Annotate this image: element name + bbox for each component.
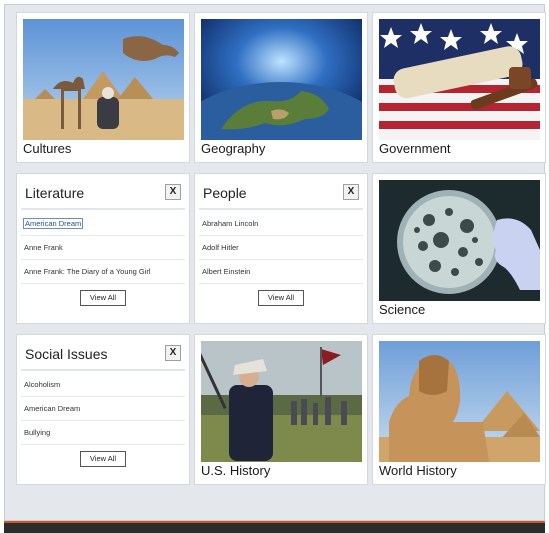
- topic-list: Alcoholism American Dream Bullying: [21, 373, 185, 445]
- list-item[interactable]: American Dream: [21, 397, 185, 421]
- us-history-photo: [201, 341, 362, 462]
- government-photo: [379, 19, 540, 140]
- view-all-button[interactable]: View All: [80, 451, 126, 467]
- divider: [21, 208, 185, 210]
- close-icon[interactable]: X: [165, 184, 181, 200]
- list-item[interactable]: Anne Frank: The Diary of a Young Girl: [21, 260, 185, 284]
- topics-grid: Cultures Geography Government Literature…: [4, 4, 546, 521]
- list-item-label: Anne Frank: The Diary of a Young Girl: [24, 267, 151, 276]
- panel-social-issues: Social Issues X Alcoholism American Drea…: [16, 334, 190, 485]
- tile-label: Science: [379, 302, 426, 317]
- list-item-label: Anne Frank: [24, 243, 63, 252]
- list-item[interactable]: Bullying: [21, 421, 185, 445]
- panel-title: Literature: [25, 185, 85, 201]
- list-item[interactable]: Albert Einstein: [199, 260, 363, 284]
- list-item-label: Alcoholism: [24, 380, 61, 389]
- footer-bar: [4, 521, 545, 533]
- tile-label: U.S. History: [201, 463, 271, 478]
- divider: [21, 369, 185, 371]
- tile-cultures[interactable]: Cultures: [16, 12, 190, 163]
- list-item-label: Bullying: [24, 428, 51, 437]
- list-item-label: American Dream: [22, 218, 84, 229]
- panel-people: People X Abraham Lincoln Adolf Hitler Al…: [194, 173, 368, 324]
- list-item[interactable]: Abraham Lincoln: [199, 212, 363, 236]
- tile-us-history[interactable]: U.S. History: [194, 334, 368, 485]
- geography-photo: [201, 19, 362, 140]
- list-item[interactable]: Anne Frank: [21, 236, 185, 260]
- footer-accent: [4, 521, 545, 523]
- list-item-label: Albert Einstein: [202, 267, 251, 276]
- tile-label: Geography: [201, 141, 266, 156]
- list-item-label: Adolf Hitler: [202, 243, 239, 252]
- list-item-label: Abraham Lincoln: [202, 219, 259, 228]
- close-icon[interactable]: X: [343, 184, 359, 200]
- list-item[interactable]: Alcoholism: [21, 373, 185, 397]
- panel-literature: Literature X American Dream Anne Frank A…: [16, 173, 190, 324]
- list-item[interactable]: American Dream: [21, 212, 185, 236]
- view-all-button[interactable]: View All: [80, 290, 126, 306]
- tile-government[interactable]: Government: [372, 12, 546, 163]
- list-item-label: American Dream: [24, 404, 81, 413]
- tile-label: Cultures: [23, 141, 72, 156]
- view-all-button[interactable]: View All: [258, 290, 304, 306]
- panel-title: Social Issues: [25, 346, 108, 362]
- tile-science[interactable]: Science: [372, 173, 546, 324]
- cultures-photo: [23, 19, 184, 140]
- tile-world-history[interactable]: World History: [372, 334, 546, 485]
- tile-label: World History: [379, 463, 457, 478]
- topic-list: Abraham Lincoln Adolf Hitler Albert Eins…: [199, 212, 363, 284]
- panel-title: People: [203, 185, 247, 201]
- divider: [199, 208, 363, 210]
- tile-label: Government: [379, 141, 451, 156]
- close-icon[interactable]: X: [165, 345, 181, 361]
- world-history-photo: [379, 341, 540, 462]
- list-item[interactable]: Adolf Hitler: [199, 236, 363, 260]
- topic-list: American Dream Anne Frank Anne Frank: Th…: [21, 212, 185, 284]
- tile-geography[interactable]: Geography: [194, 12, 368, 163]
- science-photo: [379, 180, 540, 301]
